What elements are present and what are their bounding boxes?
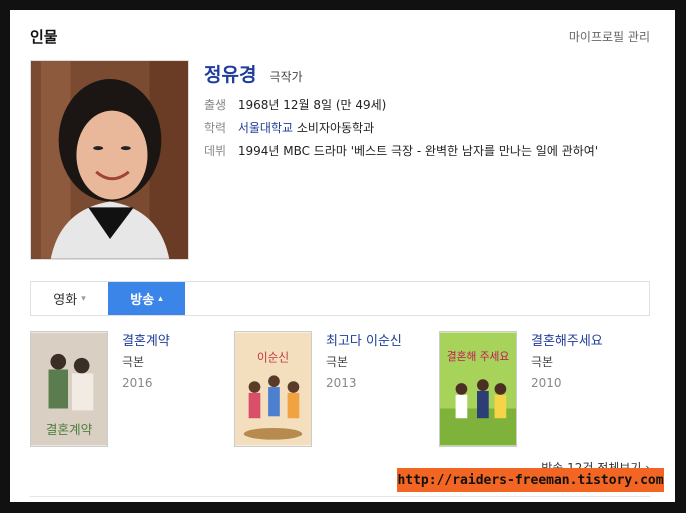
person-card: 인물 마이프로필 관리 정유경 극작가 출생 1968년 12월 8일 (만 4… xyxy=(30,22,650,475)
tab-movie[interactable]: 영화 ▾ xyxy=(31,282,108,315)
work-year: 2013 xyxy=(326,376,357,390)
info-row-education: 학력 서울대학교 소비자아동학과 xyxy=(204,117,598,140)
info-row-birth: 출생 1968년 12월 8일 (만 49세) xyxy=(204,94,598,117)
work-title-link[interactable]: 결혼해주세요 xyxy=(531,331,603,352)
tab-label: 영화 xyxy=(53,293,78,308)
poster-graphic: 이순신 xyxy=(235,332,311,446)
work-year: 2016 xyxy=(122,376,153,390)
info-value: 소비자아동학과 xyxy=(296,121,375,135)
info-value: 1994년 MBC 드라마 '베스트 극장 - 완벽한 남자를 만나는 일에 관… xyxy=(237,144,599,158)
profile-photo[interactable] xyxy=(30,60,189,260)
watermark-url: http://raiders-freeman.tistory.com xyxy=(397,468,664,492)
school-link[interactable]: 서울대학교 xyxy=(238,121,293,135)
tab-broadcast[interactable]: 방송 ▴ xyxy=(108,282,185,315)
chevron-up-icon: ▴ xyxy=(158,293,163,304)
person-role: 극작가 xyxy=(269,70,303,84)
card-header: 인물 마이프로필 관리 xyxy=(30,22,650,50)
poster-text: 결혼해 주세요 xyxy=(447,350,510,363)
name-row: 정유경 극작가 xyxy=(204,60,303,87)
work-year: 2010 xyxy=(531,376,562,390)
work-item: 결혼해 주세요 결혼해주세요 극본 2010 xyxy=(439,331,639,447)
info-row-debut: 데뷔 1994년 MBC 드라마 '베스트 극장 - 완벽한 남자를 만나는 일… xyxy=(204,140,598,163)
info-key: 데뷔 xyxy=(204,144,227,158)
tab-label: 방송 xyxy=(130,293,155,308)
filmography-tabs: 영화 ▾ 방송 ▴ xyxy=(30,281,650,316)
work-role: 극본 xyxy=(122,355,145,369)
poster-text: 이순신 xyxy=(257,351,289,365)
info-list: 출생 1968년 12월 8일 (만 49세) 학력 서울대학교 소비자아동학과… xyxy=(204,94,598,163)
poster-image[interactable]: 이순신 xyxy=(234,331,312,447)
divider xyxy=(30,496,650,497)
work-meta: 결혼계약 극본 2016 xyxy=(122,331,170,394)
person-name-link[interactable]: 정유경 xyxy=(204,64,256,86)
poster-graphic: 결혼해 주세요 xyxy=(440,332,516,446)
poster-text: 결혼계약 xyxy=(46,422,93,437)
work-title-link[interactable]: 최고다 이순신 xyxy=(326,331,402,352)
poster-graphic: 결혼계약 xyxy=(31,332,107,446)
info-value: 1968년 12월 8일 (만 49세) xyxy=(237,98,387,112)
manage-profile-link[interactable]: 마이프로필 관리 xyxy=(569,28,650,45)
info-key: 출생 xyxy=(204,98,227,112)
work-meta: 결혼해주세요 극본 2010 xyxy=(531,331,603,394)
profile-section: 정유경 극작가 출생 1968년 12월 8일 (만 49세) 학력 서울대학교… xyxy=(30,60,650,260)
work-title-link[interactable]: 결혼계약 xyxy=(122,331,170,352)
work-meta: 최고다 이순신 극본 2013 xyxy=(326,331,402,394)
poster-image[interactable]: 결혼계약 xyxy=(30,331,108,447)
poster-image[interactable]: 결혼해 주세요 xyxy=(439,331,517,447)
work-role: 극본 xyxy=(326,355,349,369)
chevron-down-icon: ▾ xyxy=(81,293,86,304)
info-key: 학력 xyxy=(204,121,227,135)
work-item: 이순신 최고다 이순신 극본 2013 xyxy=(234,331,434,447)
works-list: 결혼계약 결혼계약 극본 2016 이순신 최고다 이순신 극본 2013 결혼… xyxy=(30,331,650,447)
work-role: 극본 xyxy=(531,355,554,369)
portrait-image xyxy=(31,61,188,259)
work-item: 결혼계약 결혼계약 극본 2016 xyxy=(30,331,230,447)
section-title: 인물 xyxy=(30,28,58,46)
